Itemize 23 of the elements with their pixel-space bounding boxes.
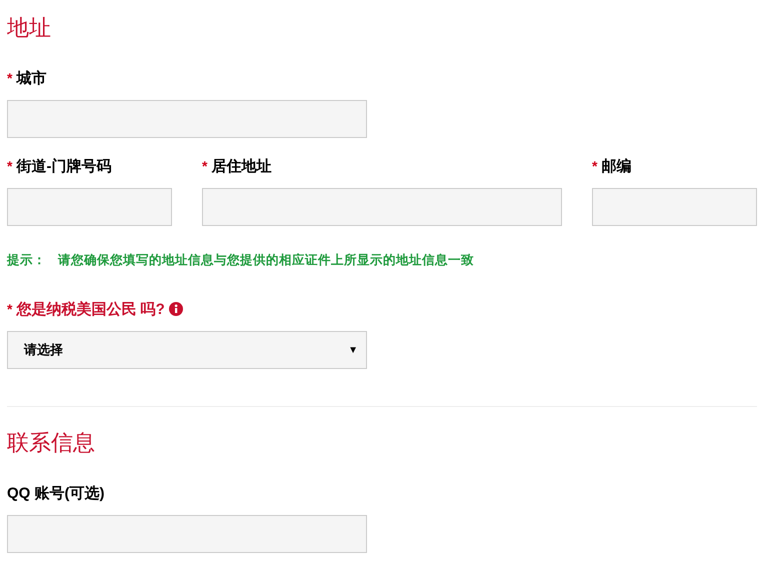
field-label: 城市 xyxy=(16,68,46,88)
caret-icon: ▼ xyxy=(348,344,358,356)
section-heading: 联系信息 xyxy=(7,429,96,457)
field-label: 邮编 xyxy=(601,156,632,176)
input-field[interactable] xyxy=(7,515,367,553)
field-label: QQ 账号(可选) xyxy=(7,484,104,502)
hint-text: 请您确保您填写的地址信息与您提供的相应证件上所显示的地址信息一致 xyxy=(58,252,474,269)
required-asterisk: * xyxy=(7,158,12,174)
section-heading: 地址 xyxy=(7,14,52,42)
input-field[interactable] xyxy=(592,188,757,226)
info-icon[interactable] xyxy=(168,302,183,316)
input-field[interactable] xyxy=(7,188,172,226)
required-asterisk: * xyxy=(7,70,12,86)
required-asterisk: * xyxy=(592,158,598,174)
select-dropdown[interactable]: 请选择 ▼ xyxy=(7,331,367,369)
required-asterisk: * xyxy=(202,158,208,174)
field-label: 居住地址 xyxy=(211,156,272,176)
input-field[interactable] xyxy=(202,188,562,226)
required-asterisk: * xyxy=(7,301,12,317)
field-label: 街道-门牌号码 xyxy=(16,156,112,176)
input-field[interactable] xyxy=(7,100,367,138)
field-label: 您是纳税美国公民 吗? xyxy=(16,300,165,318)
hint-label: 提示： xyxy=(7,252,46,269)
